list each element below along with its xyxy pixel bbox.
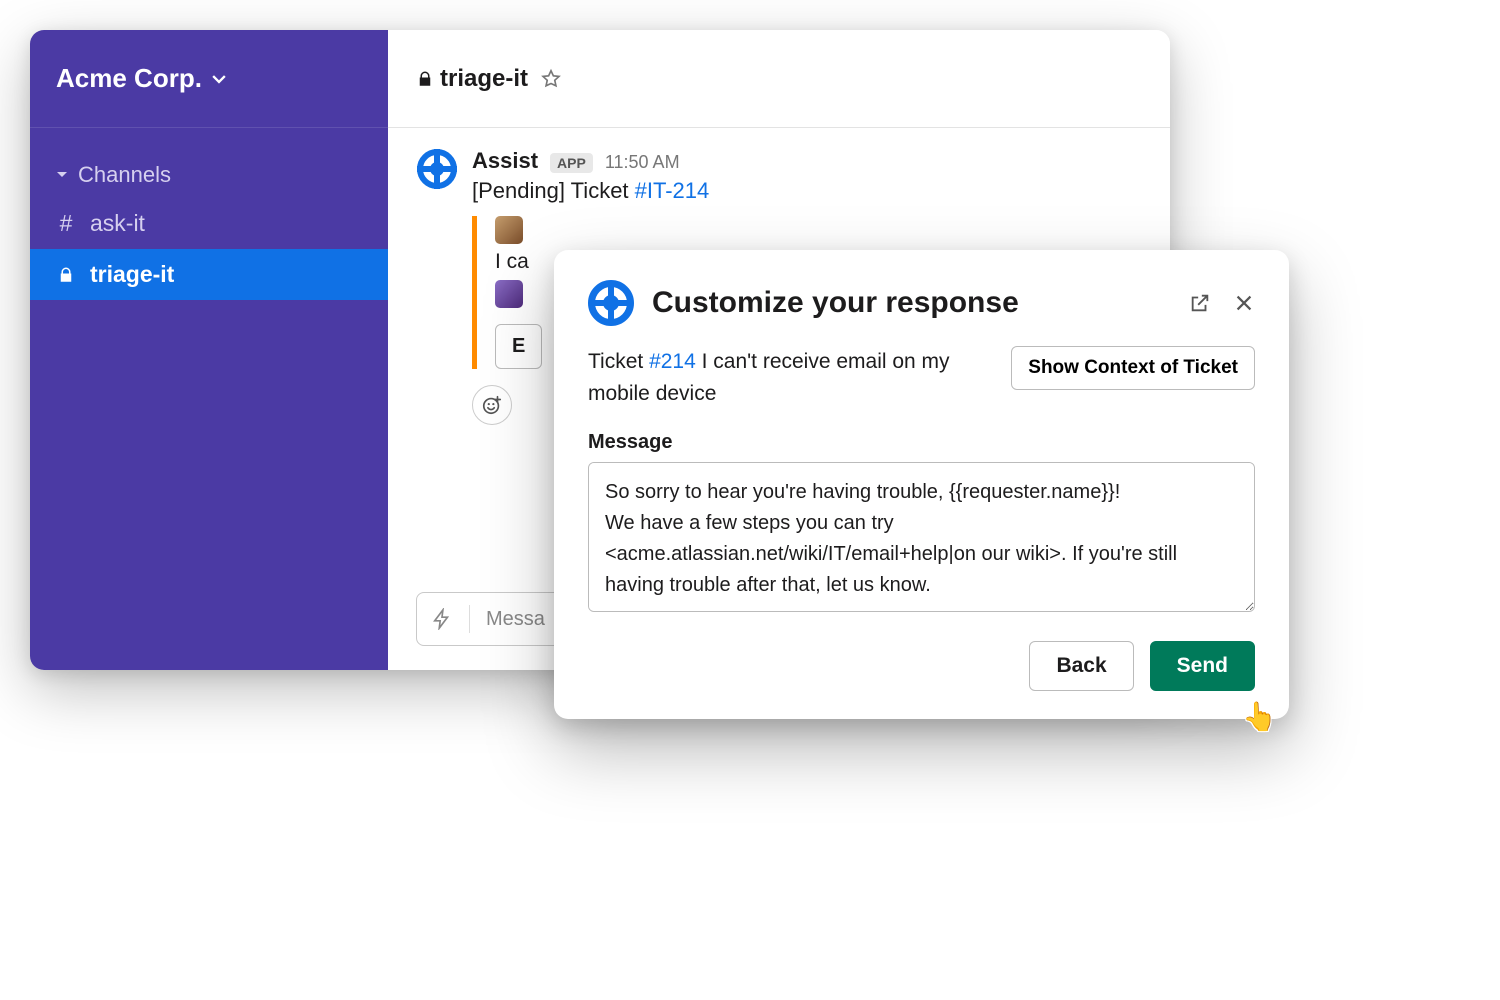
lifebuoy-icon — [588, 280, 634, 326]
ticket-summary: Ticket #214 I can't receive email on my … — [588, 346, 991, 409]
close-icon — [1233, 292, 1255, 314]
app-badge: APP — [550, 153, 593, 173]
open-external-button[interactable] — [1189, 292, 1211, 314]
message-field-label: Message — [588, 431, 1255, 454]
channel-header: triage-it — [388, 30, 1170, 128]
chevron-down-icon — [212, 72, 226, 86]
bolt-icon — [431, 608, 453, 630]
dialog-app-icon — [588, 280, 634, 326]
channel-item-ask-it[interactable]: # ask-it — [30, 198, 388, 249]
show-context-button[interactable]: Show Context of Ticket — [1011, 346, 1255, 390]
star-button[interactable] — [540, 68, 562, 90]
app-avatar — [416, 148, 458, 190]
workspace-switcher[interactable]: Acme Corp. — [30, 30, 388, 128]
dialog-title: Customize your response — [652, 286, 1171, 320]
user-avatar — [495, 280, 523, 308]
customize-response-dialog: Customize your response Ticket #214 I ca… — [554, 250, 1289, 719]
ticket-link[interactable]: #214 — [649, 350, 696, 373]
attachment-action-button[interactable]: E — [495, 324, 542, 369]
smile-plus-icon — [481, 394, 503, 416]
channels-section: Channels # ask-it triage-it — [30, 128, 388, 300]
divider — [469, 605, 470, 633]
channel-label: ask-it — [90, 210, 145, 237]
external-link-icon — [1189, 292, 1211, 314]
channel-item-triage-it[interactable]: triage-it — [30, 249, 388, 300]
add-reaction-button[interactable] — [472, 385, 512, 425]
user-avatar — [495, 216, 523, 244]
channel-label: triage-it — [90, 261, 174, 288]
channel-name: triage-it — [440, 65, 528, 93]
workspace-name: Acme Corp. — [56, 63, 202, 94]
channels-section-label: Channels — [78, 162, 171, 188]
lifebuoy-icon — [417, 149, 457, 189]
lock-icon — [56, 266, 76, 284]
caret-down-icon — [56, 169, 68, 181]
hash-icon: # — [56, 210, 76, 237]
message-time: 11:50 AM — [605, 152, 680, 173]
message-textarea[interactable] — [588, 462, 1255, 612]
channel-title[interactable]: triage-it — [416, 65, 528, 93]
message-author: Assist — [472, 148, 538, 174]
channels-section-header[interactable]: Channels — [30, 152, 388, 198]
star-icon — [540, 68, 562, 90]
back-button[interactable]: Back — [1029, 641, 1133, 691]
sidebar: Acme Corp. Channels # ask-it triage-it — [30, 30, 388, 670]
close-button[interactable] — [1233, 292, 1255, 314]
send-button[interactable]: Send — [1150, 641, 1255, 691]
lock-icon — [416, 70, 434, 88]
ticket-link[interactable]: #IT-214 — [635, 178, 710, 203]
message-text: [Pending] Ticket #IT-214 — [472, 178, 1142, 204]
